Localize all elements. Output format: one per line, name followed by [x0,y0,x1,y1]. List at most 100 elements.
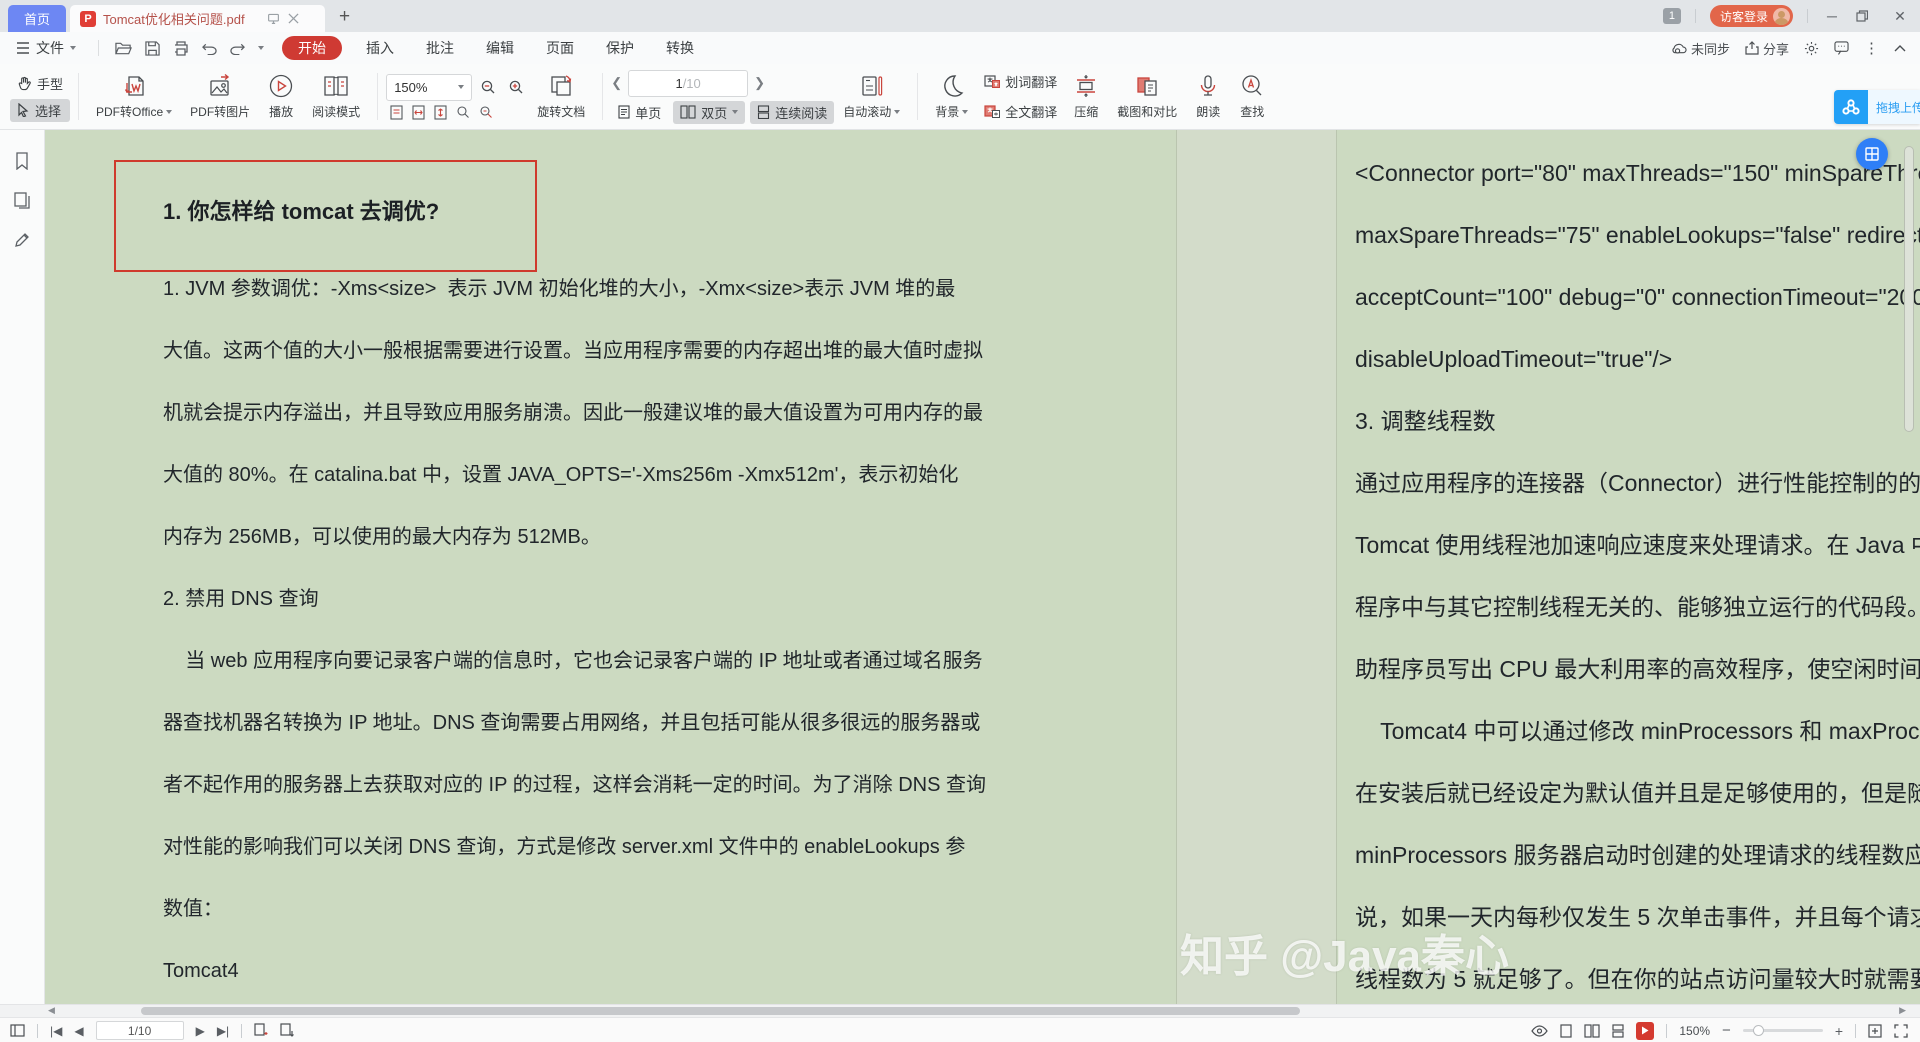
menu-tab-convert[interactable]: 转换 [650,38,710,58]
zoom-slider-thumb[interactable] [1753,1025,1764,1036]
toggle-sidebar-icon[interactable] [10,1024,25,1037]
select-tool-button[interactable]: 选择 [10,99,70,122]
comment-icon[interactable] [1834,41,1849,55]
menu-tab-edit[interactable]: 编辑 [470,38,530,58]
full-translate-button[interactable]: 全文翻译 [977,100,1064,123]
rotate-document-button[interactable]: 旋转文档 [528,64,594,129]
chevron-down-icon [962,110,968,114]
single-page-button[interactable]: 单页 [611,101,668,124]
pdf-to-office-button[interactable]: PDF转Office [87,64,181,129]
compress-icon [1073,73,1099,99]
vertical-scrollbar[interactable] [1904,146,1914,432]
fit-height-icon[interactable] [434,105,447,120]
word-translate-button[interactable]: 划词翻译 [977,70,1064,93]
pin-to-desktop-icon[interactable] [267,12,280,25]
next-page-icon[interactable]: ▶ [196,1024,205,1038]
document-viewport[interactable]: 1. 你怎样给 tomcat 去调优? 1. JVM 参数调优：-Xms<siz… [0,130,1920,1004]
last-page-icon[interactable]: ▶| [217,1024,229,1038]
print-icon[interactable] [173,41,189,56]
horizontal-scroll-thumb[interactable] [141,1007,1300,1015]
menu-tab-annotate[interactable]: 批注 [410,38,470,58]
tab-home[interactable]: 首页 [8,5,66,32]
double-page-button[interactable]: 双页 [673,101,745,124]
play-button[interactable]: 播放 [259,64,303,129]
page-number-input[interactable]: 1/10 [628,70,748,97]
single-page-view-icon[interactable] [1560,1024,1572,1038]
share-button[interactable]: 分享 [1745,39,1789,58]
hand-tool-button[interactable]: 手型 [10,72,70,95]
menu-tab-home-start[interactable]: 开始 [282,36,342,60]
table-tools-floating-button[interactable] [1856,138,1888,170]
zoom-in-icon[interactable]: + [1835,1023,1843,1039]
zoom-reset-icon[interactable] [479,105,493,119]
menu-tab-insert[interactable]: 插入 [350,38,410,58]
more-options-icon[interactable]: ⋮ [1864,39,1879,57]
auto-scroll-button[interactable]: 自动滚动 [834,64,909,129]
thumbnails-icon[interactable] [14,192,31,209]
menu-bar: 文件 开始 插入 批注 编辑 页面 保护 转换 未同步 分享 [0,32,1920,65]
tab-document[interactable]: P Tomcat优化相关问题.pdf [70,5,325,32]
toolbar: 手型 选择 PDF转Office PDF转图片 播放 阅读模式 [0,64,1920,130]
annotation-icon[interactable] [14,231,31,248]
play-mode-button[interactable] [1636,1022,1654,1040]
insert-page-icon[interactable] [254,1023,268,1038]
read-mode-button[interactable]: 阅读模式 [303,64,369,129]
fit-width-icon[interactable] [412,105,425,120]
eye-protect-icon[interactable] [1531,1025,1548,1037]
scroll-right-icon[interactable]: ▶ [1899,1005,1906,1016]
bookmark-icon[interactable] [14,152,30,170]
scroll-left-icon[interactable]: ◀ [48,1005,55,1016]
undo-icon[interactable] [202,42,217,55]
zoom-slider[interactable] [1743,1029,1823,1032]
extract-page-icon[interactable] [280,1023,294,1038]
fit-window-icon[interactable] [1868,1024,1882,1038]
background-button[interactable]: 背景 [926,64,977,129]
menu-tab-page[interactable]: 页面 [530,38,590,58]
find-button[interactable]: 查找 [1230,64,1274,129]
zoom-out-button[interactable] [476,75,500,100]
minimize-button[interactable]: ─ [1822,8,1842,24]
restore-button[interactable] [1856,10,1876,22]
pdf-to-image-button[interactable]: PDF转图片 [181,64,259,129]
first-page-icon[interactable]: |◀ [50,1024,62,1038]
new-tab-button[interactable]: + [339,6,350,28]
save-icon[interactable] [145,41,160,56]
continuous-view-icon[interactable] [1612,1024,1624,1038]
play-circle-icon [268,73,294,99]
continuous-read-button[interactable]: 连续阅读 [750,101,834,124]
close-tab-icon[interactable] [288,13,299,24]
divider [602,73,603,120]
file-menu[interactable]: 文件 [0,38,92,58]
zoom-level-select[interactable]: 150% [386,74,472,101]
window-count-badge[interactable]: 1 [1663,8,1681,24]
zoom-lock-icon[interactable] [456,105,470,119]
menu-tab-protect[interactable]: 保护 [590,38,650,58]
read-aloud-button[interactable]: 朗读 [1186,64,1230,129]
horizontal-scrollbar[interactable]: ◀ ▶ [0,1004,1920,1018]
sync-status[interactable]: 未同步 [1670,39,1730,58]
netdisk-icon [1834,90,1868,124]
compress-button[interactable]: 压缩 [1064,64,1108,129]
chevron-down-icon[interactable] [258,46,264,50]
fullscreen-icon[interactable] [1894,1024,1908,1038]
settings-gear-icon[interactable] [1804,41,1819,56]
drag-upload-netdisk-button[interactable]: 拖拽上传 [1834,90,1920,124]
prev-page-icon[interactable]: ❮ [611,75,622,91]
zoom-out-icon[interactable]: − [1722,1022,1731,1039]
double-page-view-icon[interactable] [1584,1024,1600,1038]
find-icon [1239,73,1265,99]
screenshot-compare-button[interactable]: 截图和对比 [1108,64,1186,129]
redo-icon[interactable] [230,42,245,55]
next-page-icon[interactable]: ❯ [754,75,765,91]
screenshot-compare-icon [1134,73,1160,99]
status-page-indicator[interactable]: 1/10 [96,1021,184,1040]
close-window-button[interactable]: ✕ [1890,8,1910,25]
open-file-icon[interactable] [115,41,132,56]
divider [1855,1024,1856,1038]
chevron-down-icon [70,46,76,50]
fit-page-icon[interactable] [390,105,403,120]
prev-page-icon[interactable]: ◀ [74,1024,83,1038]
zoom-in-button[interactable] [504,75,528,100]
collapse-toolbar-icon[interactable] [1894,44,1906,52]
guest-login-button[interactable]: 访客登录 [1710,5,1793,27]
